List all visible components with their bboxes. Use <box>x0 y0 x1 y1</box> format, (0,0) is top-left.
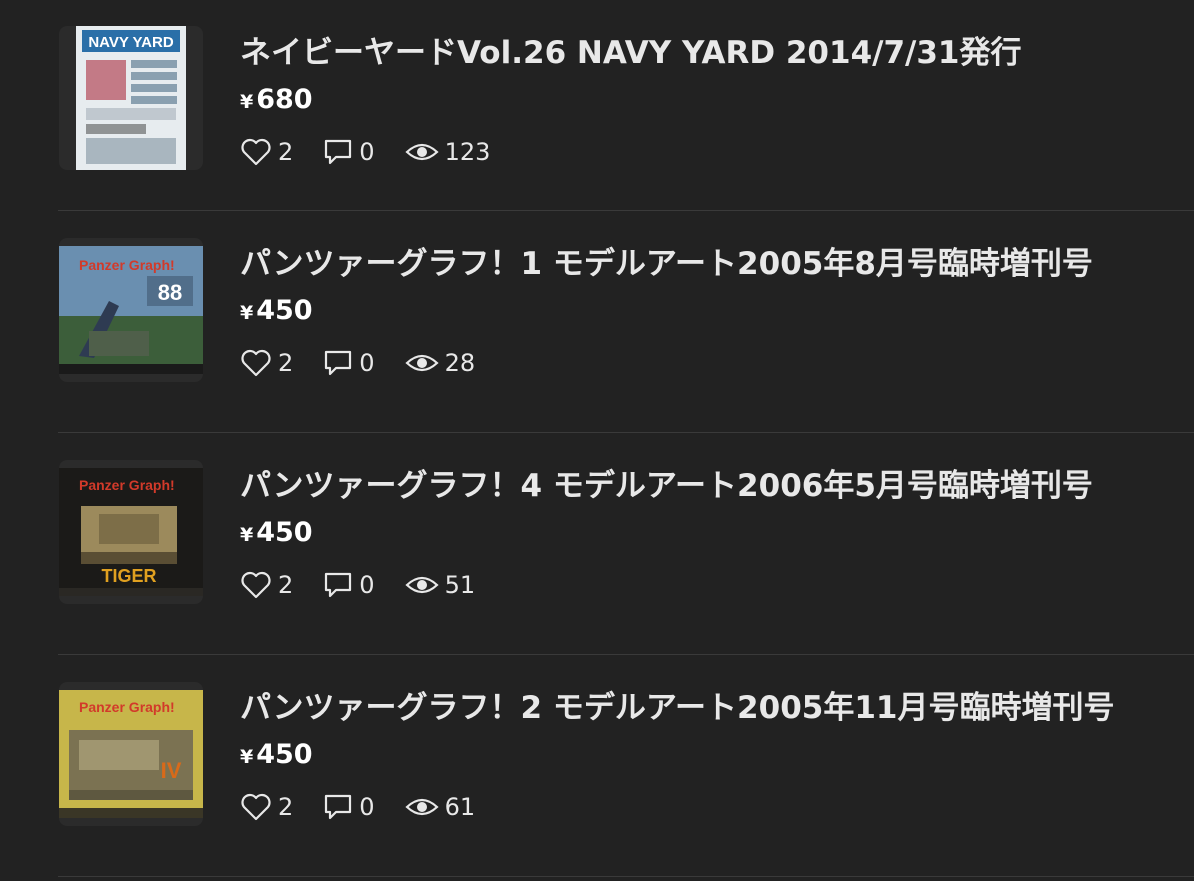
comment-count: 0 <box>359 571 375 599</box>
product-stats: 2 0 123 <box>240 138 520 166</box>
view-stat: 123 <box>404 138 491 166</box>
price-value: 450 <box>256 739 313 770</box>
like-count: 2 <box>278 138 294 166</box>
like-stat[interactable]: 2 <box>240 571 293 599</box>
list-item[interactable]: Panzer Graph! IV パンツァーグラフ！2 モデルアート2005年1… <box>58 655 1194 877</box>
cover-image: NAVY YARD <box>76 26 186 170</box>
list-item[interactable]: NAVY YARD ネイビーヤードVol.26 NAVY YARD 2014/7… <box>58 0 1194 211</box>
comment-icon <box>325 572 352 598</box>
price-value: 450 <box>256 295 313 326</box>
comment-stat[interactable]: 0 <box>323 793 375 821</box>
product-title[interactable]: パンツァーグラフ！4 モデルアート2006年5月号臨時増刊号 <box>240 460 1093 505</box>
currency-symbol: ¥ <box>240 524 254 546</box>
like-count: 2 <box>278 793 294 821</box>
product-title[interactable]: パンツァーグラフ！2 モデルアート2005年11月号臨時増刊号 <box>240 682 1114 727</box>
comment-count: 0 <box>359 138 375 166</box>
heart-icon <box>241 571 271 599</box>
product-list: NAVY YARD ネイビーヤードVol.26 NAVY YARD 2014/7… <box>58 0 1194 877</box>
currency-symbol: ¥ <box>240 746 254 768</box>
svg-text:Panzer Graph!: Panzer Graph! <box>79 257 175 273</box>
product-title[interactable]: パンツァーグラフ！1 モデルアート2005年8月号臨時増刊号 <box>240 238 1093 283</box>
svg-text:Panzer Graph!: Panzer Graph! <box>79 699 175 715</box>
eye-icon <box>404 576 439 594</box>
heart-icon <box>241 138 271 166</box>
heart-icon <box>241 793 271 821</box>
heart-icon <box>241 349 271 377</box>
product-price: ¥450 <box>240 739 313 770</box>
view-count: 123 <box>444 138 491 166</box>
cover-title: NAVY YARD <box>88 34 173 51</box>
cover-image: Panzer Graph! IV <box>59 690 203 818</box>
list-item[interactable]: Panzer Graph! TIGER パンツァーグラフ！4 モデルアート200… <box>58 433 1194 655</box>
eye-icon <box>404 354 439 372</box>
product-price: ¥680 <box>240 84 313 115</box>
svg-text:Panzer Graph!: Panzer Graph! <box>79 477 175 493</box>
cover-title: IV <box>161 758 182 783</box>
product-price: ¥450 <box>240 295 313 326</box>
like-count: 2 <box>278 349 294 377</box>
price-value: 450 <box>256 517 313 548</box>
product-stats: 2 0 28 <box>240 349 505 377</box>
product-title[interactable]: ネイビーヤードVol.26 NAVY YARD 2014/7/31発行 <box>240 27 1022 72</box>
product-thumbnail[interactable]: Panzer Graph! 88 <box>59 238 203 382</box>
cover-title: TIGER <box>101 566 156 586</box>
currency-symbol: ¥ <box>240 91 254 113</box>
price-value: 680 <box>256 84 313 115</box>
eye-icon <box>404 143 439 161</box>
like-stat[interactable]: 2 <box>240 138 293 166</box>
comment-icon <box>325 139 352 165</box>
cover-title: 88 <box>158 280 182 305</box>
cover-image: Panzer Graph! TIGER <box>59 468 203 596</box>
view-count: 61 <box>444 793 476 821</box>
comment-stat[interactable]: 0 <box>323 138 375 166</box>
product-thumbnail[interactable]: Panzer Graph! TIGER <box>59 460 203 604</box>
view-count: 51 <box>444 571 476 599</box>
product-stats: 2 0 51 <box>240 571 505 599</box>
view-count: 28 <box>444 349 476 377</box>
like-count: 2 <box>278 571 294 599</box>
comment-stat[interactable]: 0 <box>323 349 375 377</box>
product-thumbnail[interactable]: NAVY YARD <box>59 26 203 170</box>
view-stat: 51 <box>404 571 476 599</box>
view-stat: 61 <box>404 793 476 821</box>
like-stat[interactable]: 2 <box>240 793 293 821</box>
product-stats: 2 0 61 <box>240 793 505 821</box>
comment-stat[interactable]: 0 <box>323 571 375 599</box>
like-stat[interactable]: 2 <box>240 349 293 377</box>
currency-symbol: ¥ <box>240 302 254 324</box>
list-item[interactable]: Panzer Graph! 88 パンツァーグラフ！1 モデルアート2005年8… <box>58 211 1194 433</box>
product-price: ¥450 <box>240 517 313 548</box>
comment-icon <box>325 794 352 820</box>
eye-icon <box>404 798 439 816</box>
view-stat: 28 <box>404 349 476 377</box>
product-thumbnail[interactable]: Panzer Graph! IV <box>59 682 203 826</box>
comment-icon <box>325 350 352 376</box>
comment-count: 0 <box>359 793 375 821</box>
comment-count: 0 <box>359 349 375 377</box>
cover-image: Panzer Graph! 88 <box>59 246 203 374</box>
